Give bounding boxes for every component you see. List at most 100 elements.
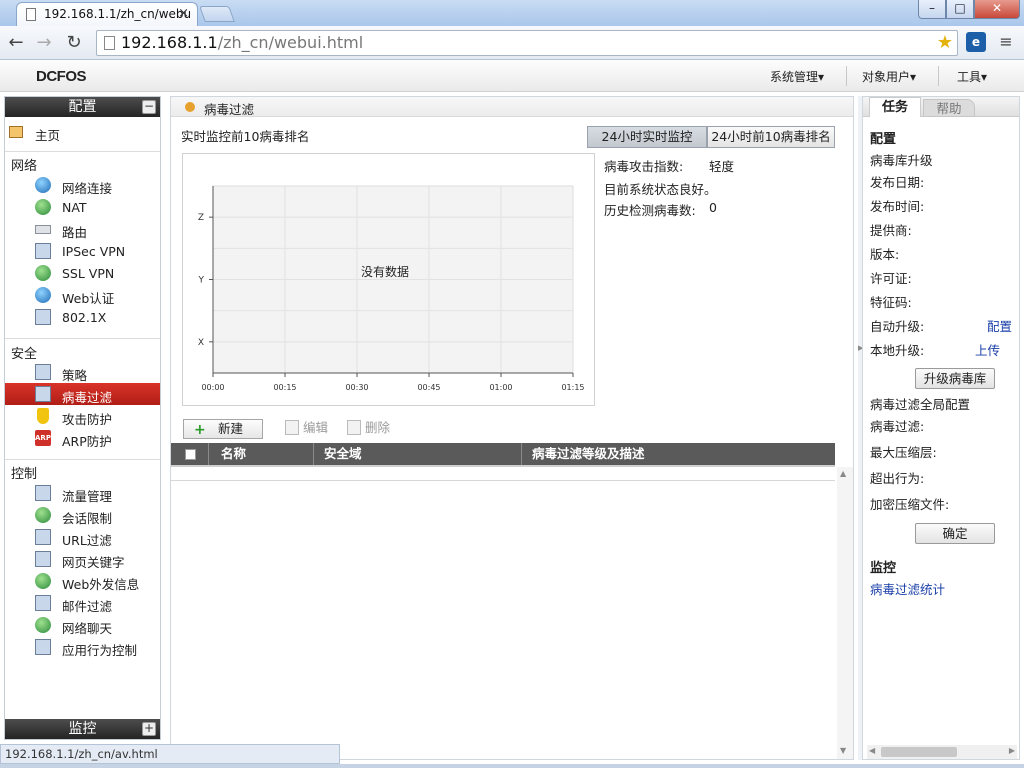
shield-icon xyxy=(37,408,49,424)
sidebar-item-mail-filter[interactable]: 邮件过滤 xyxy=(5,592,160,614)
expand-icon[interactable]: + xyxy=(142,722,156,736)
sidebar-item-label: IPSec VPN xyxy=(62,244,126,259)
x-tick-label: 00:45 xyxy=(417,383,440,392)
sidebar-item-web-auth[interactable]: Web认证 xyxy=(5,284,160,306)
sidebar-item-8021x[interactable]: 802.1X xyxy=(5,306,160,328)
vertical-scrollbar[interactable]: ▲ ▼ xyxy=(837,467,853,759)
scroll-left-icon[interactable]: ◀ xyxy=(869,746,875,755)
menu-tools[interactable]: 工具▾ xyxy=(957,68,987,85)
window-minimize-button[interactable]: – xyxy=(918,0,946,19)
sidebar-item-web-outbound[interactable]: Web外发信息 xyxy=(5,570,160,592)
auto-upgrade-config-link[interactable]: 配置 xyxy=(987,316,1012,335)
local-upgrade-upload-link[interactable]: 上传 xyxy=(975,340,1000,359)
scroll-down-icon[interactable]: ▼ xyxy=(840,746,846,755)
extension-icon[interactable]: e xyxy=(966,32,986,52)
column-security-zone[interactable]: 安全域 xyxy=(314,443,522,465)
sidebar-item-nat[interactable]: NAT xyxy=(5,196,160,218)
sidebar-item-ssl-vpn[interactable]: SSL VPN xyxy=(5,262,160,284)
tab-24h-realtime[interactable]: 24小时实时监控 xyxy=(587,126,707,148)
sidebar-item-policy[interactable]: 策略 xyxy=(5,361,160,383)
history-count-label: 历史检测病毒数: xyxy=(604,203,696,218)
sidebar-item-label: 邮件过滤 xyxy=(62,599,113,614)
horizontal-scrollbar[interactable]: ◀ ▶ xyxy=(867,745,1017,759)
y-tick-label: Z xyxy=(198,213,204,223)
scroll-up-icon[interactable]: ▲ xyxy=(840,469,846,478)
encrypted-file-label: 加密压缩文件: xyxy=(870,497,950,512)
window-maximize-button[interactable]: □ xyxy=(946,0,974,19)
forward-arrow-icon[interactable]: → xyxy=(32,32,56,54)
sidebar-item-web-keyword[interactable]: 网页关键字 xyxy=(5,548,160,570)
menu-object-user[interactable]: 对象用户▾ xyxy=(862,68,916,85)
x-tick-label: 00:15 xyxy=(273,383,296,392)
new-tab-button[interactable] xyxy=(199,6,235,22)
tab-close-icon[interactable]: × xyxy=(178,6,189,21)
y-tick-label: Y xyxy=(198,276,205,286)
section-title: 实时监控前10病毒排名 xyxy=(181,129,310,144)
column-filter-level[interactable]: 病毒过滤等级及描述 xyxy=(522,443,835,465)
tab-title: 192.168.1.1/zh_cn/webu xyxy=(44,7,192,21)
back-arrow-icon[interactable]: ← xyxy=(4,32,28,54)
chart: 00:00 00:15 00:30 00:45 01:00 01:15 X Y Z 没有数据 xyxy=(198,185,585,392)
sidebar-item-arp-protection[interactable]: ARP ARP防护 xyxy=(5,427,160,449)
virus-stats-link[interactable]: 病毒过滤统计 xyxy=(870,579,945,598)
sidebar-item-network-connection[interactable]: 网络连接 xyxy=(5,174,160,196)
browser-tab[interactable]: 192.168.1.1/zh_cn/webu × xyxy=(16,2,198,26)
sidebar-item-url-filter[interactable]: URL过滤 xyxy=(5,526,160,548)
table-row-divider xyxy=(171,480,835,481)
sidebar-item-label: URL过滤 xyxy=(62,533,112,548)
tab-tasks[interactable]: 任务 xyxy=(869,97,921,117)
window-bottom-edge xyxy=(0,764,1024,768)
x-tick-label: 00:30 xyxy=(345,383,368,392)
attack-index-label: 病毒攻击指数: xyxy=(604,159,684,174)
sidebar-item-virus-filter[interactable]: 病毒过滤 xyxy=(5,383,160,405)
traffic-icon xyxy=(35,485,51,501)
sidebar-item-label: ARP防护 xyxy=(62,434,112,449)
collapse-icon[interactable]: − xyxy=(142,100,156,114)
group-title-security: 安全 xyxy=(11,347,38,362)
edit-icon xyxy=(285,420,299,435)
tab-help[interactable]: 帮助 xyxy=(923,99,975,117)
sidebar-item-app-control[interactable]: 应用行为控制 xyxy=(5,636,160,658)
window-close-button[interactable]: ✕ xyxy=(974,0,1020,19)
local-upgrade-label: 本地升级: xyxy=(870,343,925,358)
sidebar-item-session-limit[interactable]: 会话限制 xyxy=(5,504,160,526)
menu-system-management[interactable]: 系统管理▾ xyxy=(770,68,824,85)
sidebar-item-traffic[interactable]: 流量管理 xyxy=(5,482,160,504)
bookmark-star-icon[interactable]: ★ xyxy=(937,32,953,53)
upgrade-db-button[interactable]: 升级病毒库 xyxy=(915,368,995,389)
new-button[interactable]: + 新建 xyxy=(183,419,263,439)
sidebar-item-attack-protection[interactable]: 攻击防护 xyxy=(5,405,160,427)
web-outbound-icon xyxy=(35,573,51,589)
tab-24h-top10[interactable]: 24小时前10病毒排名 xyxy=(707,126,835,148)
edit-button[interactable]: 编辑 xyxy=(285,419,345,439)
delete-button[interactable]: 删除 xyxy=(347,419,407,439)
release-time-label: 发布时间: xyxy=(870,199,925,214)
virus-filter-label: 病毒过滤: xyxy=(870,419,925,434)
sidebar-item-label: 病毒过滤 xyxy=(62,390,113,405)
column-name[interactable]: 名称 xyxy=(209,443,314,465)
sidebar-item-label: 应用行为控制 xyxy=(62,643,138,658)
db-upgrade-title: 病毒库升级 xyxy=(870,153,933,168)
sidebar-item-label: 路由 xyxy=(62,225,88,240)
wrench-menu-icon[interactable]: ≡ xyxy=(996,32,1016,52)
sidebar-item-route[interactable]: 路由 xyxy=(5,218,160,240)
sidebar-item-label: 策略 xyxy=(62,368,88,383)
8021x-icon xyxy=(35,309,51,325)
browser-toolbar: ← → ↻ 192.168.1.1/zh_cn/webui.html ★ e ≡ xyxy=(0,26,1024,60)
sidebar-item-ipsec-vpn[interactable]: IPSec VPN xyxy=(5,240,160,262)
sidebar-item-im-chat[interactable]: 网络聊天 xyxy=(5,614,160,636)
edit-button-label: 编辑 xyxy=(303,420,329,435)
sidebar-item-label: 攻击防护 xyxy=(62,412,113,427)
address-bar[interactable]: 192.168.1.1/zh_cn/webui.html ★ xyxy=(96,30,958,56)
confirm-button[interactable]: 确定 xyxy=(915,523,995,544)
divider xyxy=(5,151,160,152)
monitor-panel-header[interactable]: 监控 + xyxy=(5,719,160,739)
sidebar-item-home[interactable]: 主页 xyxy=(5,121,160,143)
scroll-right-icon[interactable]: ▶ xyxy=(1009,746,1015,755)
scroll-thumb[interactable] xyxy=(881,747,957,757)
reload-icon[interactable]: ↻ xyxy=(62,32,86,54)
page-title: 病毒过滤 xyxy=(204,102,255,117)
select-all-checkbox[interactable] xyxy=(185,449,196,460)
version-label: 版本: xyxy=(870,247,900,262)
release-date-label: 发布日期: xyxy=(870,175,925,190)
